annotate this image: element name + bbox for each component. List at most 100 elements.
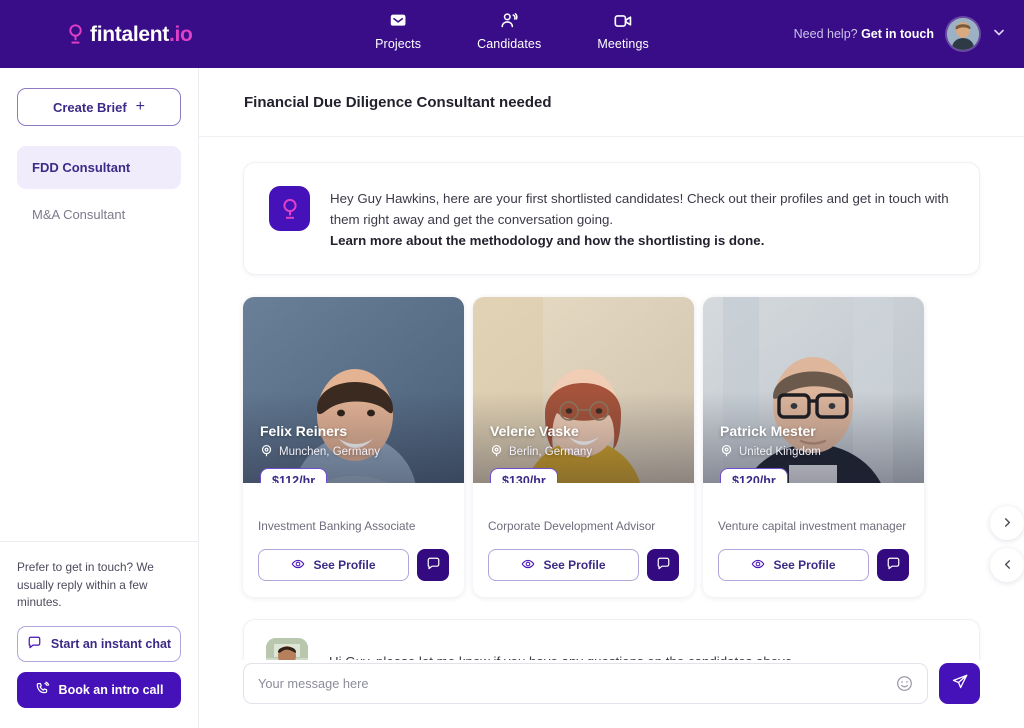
phone-call-icon	[35, 681, 50, 699]
brand-logo[interactable]: fintalent.io	[68, 24, 193, 45]
top-header: fintalent.io Projects Candidates Meeting…	[0, 0, 1024, 68]
nav-item-projects[interactable]: Projects	[375, 10, 421, 51]
get-in-touch-link[interactable]: Need help? Get in touch	[794, 27, 934, 41]
start-instant-chat-button[interactable]: Start an instant chat	[17, 626, 181, 662]
intro-call-label: Book an intro call	[58, 683, 164, 697]
message-input-wrapper[interactable]	[243, 662, 928, 704]
message-candidate-button[interactable]	[647, 549, 679, 582]
see-profile-label: See Profile	[543, 558, 606, 573]
main-nav: Projects Candidates Meetings	[375, 10, 649, 51]
body-area: Create Brief + FDD Consultant M&A Consul…	[0, 68, 1024, 728]
fintalent-pin-logo-icon	[269, 186, 310, 231]
eye-icon	[521, 557, 535, 574]
banner-text: Hey Guy Hawkins, here are your first sho…	[330, 186, 953, 251]
main-content: Hey Guy Hawkins, here are your first sho…	[199, 137, 1024, 660]
see-profile-label: See Profile	[773, 558, 836, 573]
welcome-banner: Hey Guy Hawkins, here are your first sho…	[243, 162, 980, 275]
book-intro-call-button[interactable]: Book an intro call	[17, 672, 181, 708]
candidate-card-actions: See Profile	[718, 549, 909, 582]
page-title: Financial Due Diligence Consultant neede…	[199, 68, 1024, 137]
candidate-name: Velerie Vaske	[490, 423, 579, 439]
smiley-icon[interactable]	[896, 675, 913, 692]
brand-logo-text: fintalent.io	[90, 22, 193, 46]
project-list: FDD Consultant M&A Consultant	[17, 146, 181, 236]
candidate-card[interactable]: Felix Reiners Munchen, Germany $112/hr I…	[243, 297, 464, 598]
candidate-card[interactable]: Patrick Mester United Kingdom $120/hr Ve…	[703, 297, 924, 598]
candidate-location-label: Munchen, Germany	[279, 446, 380, 458]
banner-line-1: Hey Guy Hawkins, here are your first sho…	[330, 191, 949, 227]
candidate-card[interactable]: Velerie Vaske Berlin, Germany $130/hr Co…	[473, 297, 694, 598]
candidate-location: Berlin, Germany	[490, 444, 592, 460]
candidate-card-body: Investment Banking Associate See Profile	[243, 483, 464, 597]
chevron-down-icon[interactable]	[992, 25, 1006, 44]
carousel-next-button[interactable]	[990, 506, 1024, 540]
map-pin-icon	[720, 444, 733, 460]
create-brief-label: Create Brief	[52, 99, 127, 115]
candidate-rate-badge: $120/hr	[720, 468, 788, 483]
message-candidate-button[interactable]	[877, 549, 909, 582]
sidebar: Create Brief + FDD Consultant M&A Consul…	[0, 68, 199, 728]
main-panel: Financial Due Diligence Consultant neede…	[199, 68, 1024, 728]
candidate-rate-badge: $112/hr	[260, 468, 328, 483]
nav-label-candidates: Candidates	[477, 37, 542, 51]
chat-bubble-icon	[27, 635, 42, 653]
eye-icon	[751, 557, 765, 574]
see-profile-label: See Profile	[313, 558, 376, 573]
candidate-card-body: Corporate Development Advisor See Profil…	[473, 483, 694, 597]
fintalent-pin-logo-icon	[68, 24, 83, 44]
sidebar-item-fdd-consultant[interactable]: FDD Consultant	[17, 146, 181, 189]
candidate-card-body: Venture capital investment manager See P…	[703, 483, 924, 597]
header-right-area: Need help? Get in touch	[794, 18, 1006, 50]
chat-bubble-icon	[886, 556, 901, 574]
chat-bubble-icon	[656, 556, 671, 574]
chat-bubble-icon	[426, 556, 441, 574]
message-composer	[199, 660, 1024, 728]
banner-methodology-link[interactable]: Learn more about the methodology and how…	[330, 233, 764, 248]
candidate-card-list: Felix Reiners Munchen, Germany $112/hr I…	[243, 297, 980, 598]
send-paper-plane-icon	[951, 673, 969, 694]
candidate-photo: Felix Reiners Munchen, Germany $112/hr	[243, 297, 464, 483]
candidate-role: Corporate Development Advisor	[488, 519, 656, 533]
map-pin-icon	[260, 444, 273, 460]
candidate-rate-badge: $130/hr	[490, 468, 558, 483]
agent-message-row: Hi Guy, please let me know if you have a…	[243, 619, 980, 660]
candidate-location-label: United Kingdom	[739, 446, 821, 458]
nav-item-candidates[interactable]: Candidates	[477, 10, 541, 51]
people-icon	[498, 10, 520, 32]
create-brief-button[interactable]: Create Brief +	[17, 88, 181, 126]
see-profile-button[interactable]: See Profile	[488, 549, 639, 582]
candidate-name: Felix Reiners	[260, 423, 348, 439]
see-profile-button[interactable]: See Profile	[718, 549, 869, 582]
candidate-card-actions: See Profile	[258, 549, 449, 582]
agent-avatar	[266, 638, 308, 660]
candidate-photo: Patrick Mester United Kingdom $120/hr	[703, 297, 924, 483]
send-message-button[interactable]	[939, 662, 980, 704]
plus-icon: +	[135, 98, 146, 115]
candidate-photo: Velerie Vaske Berlin, Germany $130/hr	[473, 297, 694, 483]
nav-item-meetings[interactable]: Meetings	[597, 10, 649, 51]
sidebar-top: Create Brief + FDD Consultant M&A Consul…	[0, 68, 198, 236]
candidate-role: Venture capital investment manager	[718, 519, 907, 533]
candidate-location: Munchen, Germany	[260, 444, 380, 460]
sidebar-contact-block: Prefer to get in touch? We usually reply…	[0, 540, 198, 728]
chevron-right-icon	[1002, 515, 1013, 531]
nav-label-meetings: Meetings	[597, 37, 649, 51]
carousel-nav	[990, 506, 1024, 582]
nav-label-projects: Projects	[375, 37, 422, 51]
candidate-name: Patrick Mester	[720, 423, 816, 439]
candidate-role: Investment Banking Associate	[258, 519, 416, 533]
sidebar-item-ma-consultant[interactable]: M&A Consultant	[17, 193, 181, 236]
map-pin-icon	[490, 444, 503, 460]
chevron-left-icon	[1002, 557, 1013, 573]
carousel-prev-button[interactable]	[990, 548, 1024, 582]
candidate-location: United Kingdom	[720, 444, 821, 460]
candidate-card-actions: See Profile	[488, 549, 679, 582]
message-input[interactable]	[258, 675, 896, 691]
sidebar-item-label: FDD Consultant	[32, 160, 131, 175]
user-avatar[interactable]	[947, 18, 979, 50]
message-candidate-button[interactable]	[417, 549, 449, 582]
eye-icon	[291, 557, 305, 574]
app-root: fintalent.io Projects Candidates Meeting…	[0, 0, 1024, 728]
see-profile-button[interactable]: See Profile	[258, 549, 409, 582]
agent-message-text: Hi Guy, please let me know if you have a…	[329, 652, 796, 660]
